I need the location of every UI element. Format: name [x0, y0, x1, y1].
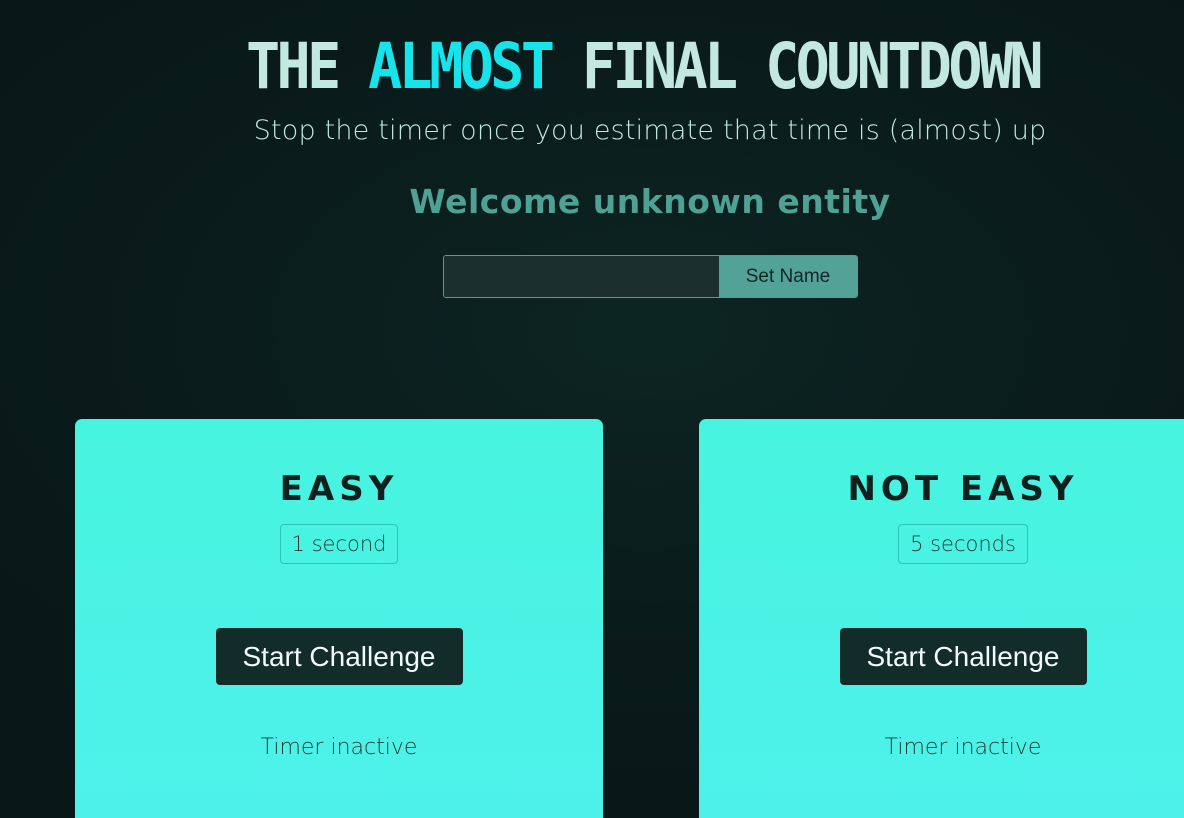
page-title: THE ALMOST FINAL COUNTDOWN	[246, 34, 1044, 100]
title-part-final-countdown: FINAL COUNTDOWN	[551, 30, 1044, 103]
welcome-message: Welcome unknown entity	[409, 182, 891, 221]
title-part-the: THE	[246, 30, 369, 103]
name-form: Set Name	[443, 255, 858, 298]
duration-badge: 5 seconds	[898, 524, 1028, 564]
name-input[interactable]	[444, 256, 719, 297]
challenge-card-easy: EASY 1 second Start Challenge Timer inac…	[75, 419, 603, 818]
page-subtitle: Stop the timer once you estimate that ti…	[253, 115, 1047, 146]
start-challenge-button[interactable]: Start Challenge	[839, 628, 1087, 685]
timer-status: Timer inactive	[884, 735, 1042, 760]
duration-badge: 1 second	[279, 524, 399, 564]
start-challenge-button[interactable]: Start Challenge	[215, 628, 463, 685]
difficulty-heading: NOT EASY	[847, 469, 1079, 509]
timer-status: Timer inactive	[260, 735, 418, 760]
title-accent-almost: ALMOST	[368, 30, 555, 103]
set-name-button[interactable]: Set Name	[719, 256, 857, 297]
challenge-card-not-easy: NOT EASY 5 seconds Start Challenge Timer…	[699, 419, 1184, 818]
difficulty-heading: EASY	[279, 469, 399, 509]
